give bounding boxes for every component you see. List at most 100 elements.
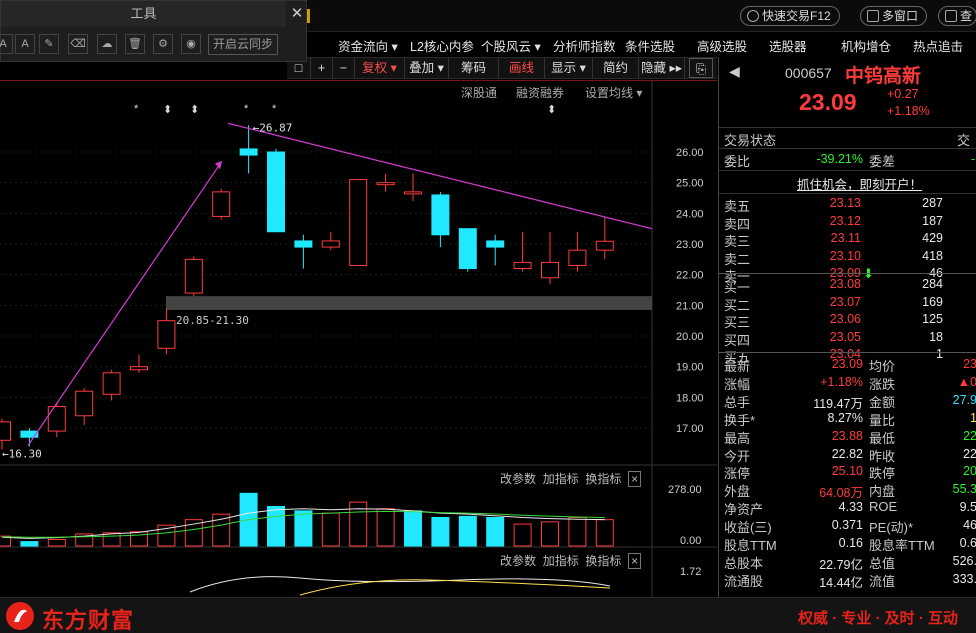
candle: [431, 191, 450, 248]
add-indicator-link[interactable]: 加指标: [543, 554, 579, 568]
volume-bar: [20, 541, 39, 547]
volume-bar: [458, 515, 477, 547]
stat-label: PE(动)*: [869, 520, 914, 536]
eye-icon[interactable]: ◉: [181, 34, 201, 54]
stat-value: 0.16: [838, 536, 863, 550]
change-indicator-link[interactable]: 换指标: [585, 472, 621, 486]
open-account-banner[interactable]: 抓住机会，即刻开户！: [797, 174, 922, 193]
zoom-out-icon[interactable]: −: [333, 58, 355, 78]
y-tick-label: 26.00: [676, 147, 704, 159]
close-icon[interactable]: ×: [628, 471, 642, 487]
buy-volume: 125: [922, 312, 943, 326]
add-indicator-link[interactable]: 加指标: [543, 472, 579, 486]
hide-button[interactable]: 隐藏 ▸▸: [639, 58, 685, 78]
tool-text-button[interactable]: A: [0, 34, 13, 54]
buy-volume: 18: [929, 329, 943, 344]
gear-icon[interactable]: ⚙: [153, 34, 173, 54]
buy-price: 23.06: [829, 312, 861, 326]
menu-stock-cloud[interactable]: 个股风云 ▾: [481, 36, 541, 55]
stat-label: ROE: [869, 499, 898, 515]
sell-price: 23.12: [829, 213, 861, 228]
divider: [719, 170, 976, 171]
stat-label: 跌停: [869, 466, 896, 482]
close-icon[interactable]: ✕: [289, 5, 305, 23]
chips-button[interactable]: 筹码: [449, 58, 499, 78]
simple-button[interactable]: 简约: [593, 58, 639, 78]
close-icon[interactable]: ×: [628, 553, 642, 569]
kline-chart[interactable]: 26.00 25.00 24.00 23.00 22.00 21.00 20.00 19.00…: [0, 80, 717, 597]
menu-analyst[interactable]: 分析师指数: [553, 36, 616, 55]
y-tick-label: 23.00: [676, 239, 704, 251]
zoom-in-icon[interactable]: +: [311, 58, 333, 78]
multi-window-button[interactable]: 多窗口: [860, 6, 928, 26]
macd-indicator-bar: 改参数 加指标 换指标 ×: [500, 552, 642, 569]
candle: [184, 256, 203, 297]
stat-label: 外盘: [724, 484, 751, 500]
cloud-icon[interactable]: ☁: [97, 34, 117, 54]
menu-hotspot[interactable]: 热点追击: [913, 36, 963, 55]
stock-price: 23.09: [799, 89, 857, 115]
stat-label: 总值: [869, 555, 896, 571]
stat-value: 22.79亿: [819, 557, 863, 572]
overlay-dropdown[interactable]: 叠加 ▾: [405, 58, 449, 78]
buy-level-label: 买一: [724, 280, 751, 295]
volume-zero-label: 0.00: [680, 535, 701, 547]
tool-text-box-button[interactable]: A: [15, 34, 35, 54]
candle: [404, 173, 422, 202]
vol-indicator-bar: 改参数 加指标 换指标 ×: [500, 470, 642, 487]
stat-label: 总手: [724, 394, 751, 410]
stat-value: ▲0: [957, 374, 976, 389]
back-arrow-icon[interactable]: ◀: [729, 63, 740, 80]
wei-ratio-value: -39.21%: [816, 152, 863, 166]
divider: [719, 148, 976, 149]
candle-body: [458, 228, 477, 270]
draw-line-button[interactable]: 画线: [499, 58, 545, 78]
stat-label: 昨收: [869, 448, 896, 464]
menu-advanced-select[interactable]: 高级选股: [697, 36, 747, 55]
candle-body: [568, 249, 587, 266]
menu-institution[interactable]: 机构增仓: [841, 36, 891, 55]
sell-level-label: 卖三: [724, 234, 751, 249]
adjust-dropdown[interactable]: 复权 ▾: [355, 58, 405, 78]
clock-icon: [747, 10, 759, 22]
buy-level-label: 买三: [724, 315, 751, 330]
cloud-sync-button[interactable]: 开启云同步: [208, 34, 278, 55]
sell-level-label: 卖四: [724, 216, 751, 232]
edit-params-link[interactable]: 改参数: [500, 472, 536, 486]
trash-icon[interactable]: 🗑: [125, 34, 145, 54]
menu-condition-select[interactable]: 条件选股: [625, 36, 675, 55]
stat-value: 20: [963, 464, 976, 479]
edit-params-link[interactable]: 改参数: [500, 554, 536, 568]
buy-price: 23.05: [829, 329, 861, 344]
stat-value: 0.371: [831, 518, 863, 533]
drawing-tool-window: 工具 ✕ A A ✎ ⌫ ☁ 🗑 ⚙ ◉ 开启云同步: [0, 0, 307, 62]
change-indicator-link[interactable]: 换指标: [585, 554, 621, 568]
query-button[interactable]: 查: [938, 6, 976, 26]
candle: [321, 231, 340, 251]
stat-label: 内盘: [869, 484, 896, 500]
wei-ratio-label: 委比: [724, 154, 751, 169]
trade-status-label: 交易状态: [724, 133, 777, 148]
eraser-icon[interactable]: ⌫: [68, 34, 88, 54]
menu-capital-flow[interactable]: 资金流向 ▾: [338, 36, 398, 55]
volume-bar: [486, 516, 505, 547]
volume-max-label: 278.00: [668, 484, 702, 496]
stat-value: +1.18%: [820, 374, 863, 389]
volume-bar: [47, 538, 66, 547]
candle-body: [321, 240, 340, 248]
display-dropdown[interactable]: 显示 ▾: [545, 58, 593, 78]
pencil-icon[interactable]: ✎: [39, 34, 59, 54]
candle-body: [431, 194, 450, 236]
menu-l2[interactable]: L2核心内参: [410, 36, 474, 55]
candle-body: [486, 240, 505, 248]
buy-volume: 284: [922, 277, 943, 291]
menu-selector[interactable]: 选股器: [769, 36, 807, 55]
price-change: +0.27: [887, 87, 919, 101]
stat-value: 22: [963, 446, 976, 461]
sell-volume: 418: [922, 248, 943, 263]
panel-toggle-icon[interactable]: ⎘: [689, 58, 713, 78]
quick-trade-button[interactable]: 快速交易F12: [740, 6, 840, 26]
stat-label: 换手*: [724, 412, 756, 428]
stat-label: 涨停: [724, 466, 751, 482]
down-arrow-icon: ⬇: [863, 266, 874, 282]
